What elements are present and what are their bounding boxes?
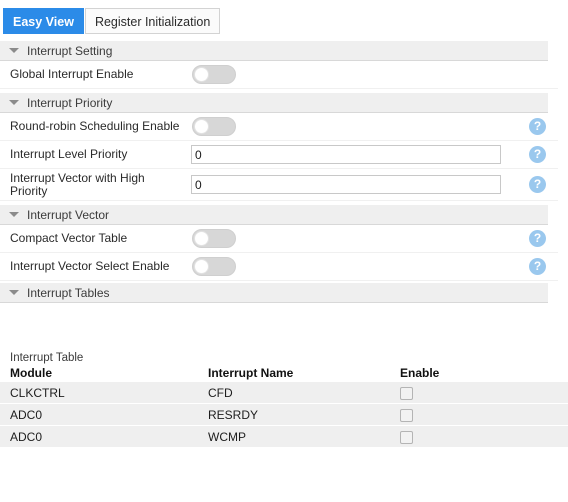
help-icon[interactable]: ? [529,230,546,247]
table-row[interactable]: ADC0 WCMP [0,425,568,448]
toggle-compact-vector-table[interactable] [192,229,236,248]
row-interrupt-level-priority: Interrupt Level Priority ? [0,141,558,169]
section-title: Interrupt Tables [27,285,110,300]
toggle-global-interrupt-enable[interactable] [192,65,236,84]
section-header-interrupt-setting[interactable]: Interrupt Setting [0,40,548,61]
table-header-row: Module Interrupt Name Enable [0,366,568,382]
row-label: Global Interrupt Enable [10,67,134,81]
caret-down-icon [9,48,19,53]
cell-module: CLKCTRL [0,382,198,404]
row-label: Interrupt Level Priority [10,147,128,161]
interrupt-level-priority-input[interactable] [191,145,501,164]
toggle-knob [194,259,209,274]
row-interrupt-vector-select-enable: Interrupt Vector Select Enable ? [0,253,558,281]
cell-enable [390,425,568,448]
interrupt-vector-high-priority-input[interactable] [191,175,501,194]
caret-down-icon [9,290,19,295]
row-round-robin-scheduling-enable: Round-robin Scheduling Enable ? [0,113,558,141]
toggle-knob [194,67,209,82]
toggle-interrupt-vector-select-enable[interactable] [192,257,236,276]
enable-checkbox[interactable] [400,408,413,422]
section-interrupt-tables: Interrupt Tables [0,282,558,303]
help-icon[interactable]: ? [529,258,546,275]
caret-down-icon [9,212,19,217]
cell-interrupt-name: WCMP [198,425,390,448]
cell-enable [390,403,568,426]
toggle-knob [194,119,209,134]
toggle-knob [194,231,209,246]
caret-down-icon [9,100,19,105]
cell-interrupt-name: RESRDY [198,403,390,426]
row-label: Interrupt Vector with High Priority [10,171,145,198]
section-interrupt-vector: Interrupt Vector Compact Vector Table ? … [0,204,558,281]
cell-enable [390,382,568,404]
section-header-interrupt-vector[interactable]: Interrupt Vector [0,204,548,225]
enable-checkbox[interactable] [400,386,413,400]
section-header-interrupt-priority[interactable]: Interrupt Priority [0,92,548,113]
help-icon[interactable]: ? [529,118,546,135]
section-title: Interrupt Setting [27,43,113,58]
row-compact-vector-table: Compact Vector Table ? [0,225,558,253]
section-interrupt-priority: Interrupt Priority Round-robin Schedulin… [0,92,558,201]
cell-module: ADC0 [0,425,198,448]
help-icon[interactable]: ? [529,176,546,193]
column-header-module[interactable]: Module [0,366,198,382]
row-global-interrupt-enable: Global Interrupt Enable [0,61,558,89]
tab-register-initialization[interactable]: Register Initialization [84,8,221,34]
row-label: Compact Vector Table [10,231,128,245]
table-row[interactable]: CLKCTRL CFD [0,382,568,404]
section-title: Interrupt Vector [27,207,110,222]
help-icon[interactable]: ? [529,146,546,163]
settings-panel: Interrupt Setting Global Interrupt Enabl… [0,36,568,502]
enable-checkbox[interactable] [400,430,413,444]
table-row[interactable]: ADC0 RESRDY [0,403,568,426]
interrupt-table-caption: Interrupt Table [10,352,84,364]
tab-bar: Easy View Register Initialization [0,0,568,36]
cell-interrupt-name: CFD [198,382,390,404]
interrupt-table-wrap: Interrupt Table Module Interrupt Name En… [0,352,568,448]
row-label: Interrupt Vector Select Enable [10,259,170,273]
cell-module: ADC0 [0,403,198,426]
toggle-round-robin-scheduling-enable[interactable] [192,117,236,136]
section-title: Interrupt Priority [27,95,113,110]
row-label: Round-robin Scheduling Enable [10,119,180,133]
column-header-enable[interactable]: Enable [390,366,568,382]
section-header-interrupt-tables[interactable]: Interrupt Tables [0,282,548,303]
row-interrupt-vector-with-high-priority: Interrupt Vector with High Priority ? [0,169,558,201]
tab-easy-view[interactable]: Easy View [3,8,84,34]
interrupt-table: Module Interrupt Name Enable CLKCTRL CFD… [0,366,568,448]
column-header-interrupt-name[interactable]: Interrupt Name [198,366,390,382]
section-interrupt-setting: Interrupt Setting Global Interrupt Enabl… [0,40,558,89]
